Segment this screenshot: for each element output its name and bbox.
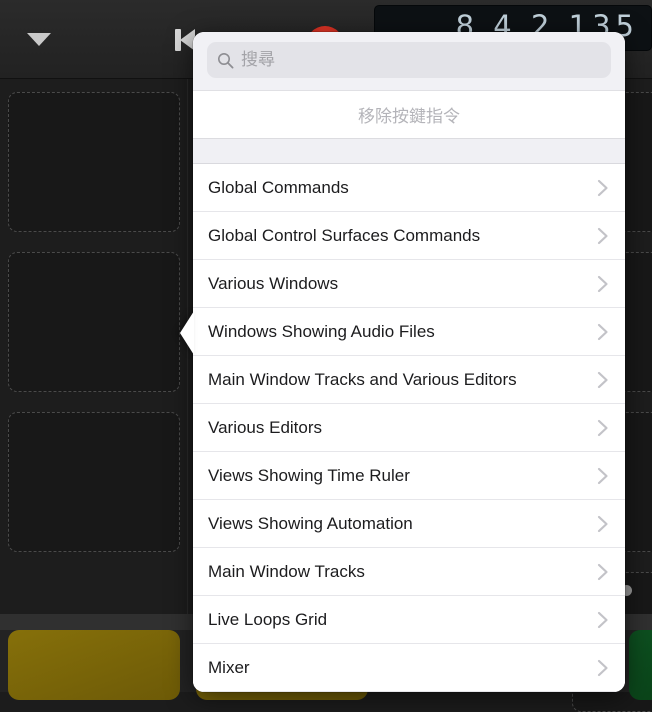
chevron-right-icon bbox=[597, 658, 609, 678]
command-group-list: Global Commands Global Control Surfaces C… bbox=[193, 164, 625, 692]
search-field-container[interactable] bbox=[207, 42, 611, 78]
list-item[interactable]: Views Showing Automation bbox=[193, 500, 625, 548]
chevron-right-icon bbox=[597, 226, 609, 246]
list-item-label: Views Showing Automation bbox=[208, 514, 597, 534]
list-item-label: Views Showing Time Ruler bbox=[208, 466, 597, 486]
key-commands-popover: 移除按鍵指令 Global Commands Global Control Sur… bbox=[193, 32, 625, 692]
search-icon bbox=[217, 52, 234, 69]
list-item[interactable]: Global Commands bbox=[193, 164, 625, 212]
list-item-label: Windows Showing Audio Files bbox=[208, 322, 597, 342]
live-loops-cell-filled[interactable] bbox=[8, 630, 180, 700]
list-item-label: Main Window Tracks bbox=[208, 562, 597, 582]
chevron-right-icon bbox=[597, 562, 609, 582]
live-loops-cell-filled[interactable] bbox=[629, 630, 652, 700]
list-item[interactable]: Live Loops Grid bbox=[193, 596, 625, 644]
chevron-right-icon bbox=[597, 610, 609, 630]
list-item[interactable]: Various Editors bbox=[193, 404, 625, 452]
chevron-right-icon bbox=[597, 178, 609, 198]
popover-header-title: 移除按鍵指令 bbox=[193, 90, 625, 139]
list-item[interactable]: Views Showing Time Ruler bbox=[193, 452, 625, 500]
live-loops-cell[interactable] bbox=[8, 412, 180, 552]
list-item[interactable]: Main Window Tracks bbox=[193, 548, 625, 596]
chevron-right-icon bbox=[597, 466, 609, 486]
chevron-right-icon bbox=[597, 274, 609, 294]
chevron-right-icon bbox=[597, 418, 609, 438]
chevron-right-icon bbox=[597, 370, 609, 390]
live-loops-cell[interactable] bbox=[8, 92, 180, 232]
list-item-label: Live Loops Grid bbox=[208, 610, 597, 630]
list-item[interactable]: Mixer bbox=[193, 644, 625, 692]
list-item-label: Global Control Surfaces Commands bbox=[208, 226, 597, 246]
list-item[interactable]: Main Window Tracks and Various Editors bbox=[193, 356, 625, 404]
list-item-label: Main Window Tracks and Various Editors bbox=[208, 370, 597, 390]
list-item[interactable]: Various Windows bbox=[193, 260, 625, 308]
popover-pointer-arrow bbox=[180, 311, 194, 355]
search-bar bbox=[193, 32, 625, 90]
chevron-right-icon bbox=[597, 514, 609, 534]
triangle-down-icon[interactable] bbox=[27, 33, 51, 46]
list-item[interactable]: Global Control Surfaces Commands bbox=[193, 212, 625, 260]
list-item-label: Various Windows bbox=[208, 274, 597, 294]
list-item-label: Global Commands bbox=[208, 178, 597, 198]
list-item[interactable]: Windows Showing Audio Files bbox=[193, 308, 625, 356]
list-top-spacer bbox=[193, 139, 625, 164]
search-input[interactable] bbox=[241, 50, 601, 70]
list-item-label: Mixer bbox=[208, 658, 597, 678]
list-item-label: Various Editors bbox=[208, 418, 597, 438]
chevron-right-icon bbox=[597, 322, 609, 342]
live-loops-cell[interactable] bbox=[8, 252, 180, 392]
